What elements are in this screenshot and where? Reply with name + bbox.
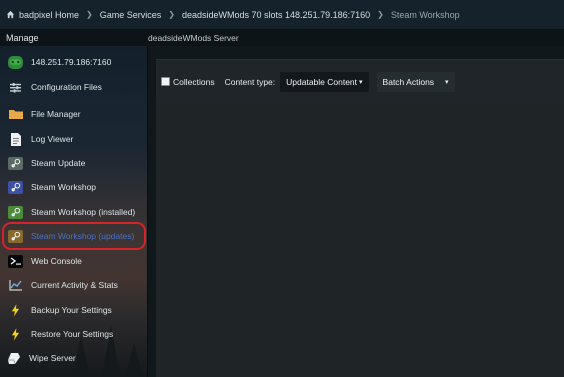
chevron-right-icon: ❯: [168, 10, 175, 19]
sidebar-item-label: File Manager: [31, 109, 81, 119]
sidebar-item-wipe-server[interactable]: Wipe Server: [0, 347, 147, 369]
caret-down-icon: ▾: [445, 78, 449, 86]
batch-actions-label: Batch Actions: [382, 76, 435, 87]
content-type-label: Content type:: [224, 76, 276, 87]
sidebar-item-label: Configuration Files: [31, 82, 102, 92]
breadcrumb-home[interactable]: badpixel Home: [6, 10, 79, 20]
sidebar-item-file-manager[interactable]: File Manager: [0, 103, 147, 125]
sidebar-item-steam-update[interactable]: Steam Update: [0, 152, 147, 174]
manage-bar: Manage deadsideWMods Server: [0, 30, 564, 46]
breadcrumb-game-services[interactable]: Game Services: [100, 10, 162, 20]
sidebar-item-label: Backup Your Settings: [31, 305, 112, 315]
sidebar-item-configuration-files[interactable]: Configuration Files: [0, 76, 147, 98]
sidebar-item-restore-settings[interactable]: Restore Your Settings: [0, 323, 147, 345]
manage-heading: Manage: [6, 33, 39, 43]
steam-icon: [8, 180, 23, 194]
sidebar-item-label: Web Console: [31, 256, 82, 266]
batch-actions-dropdown[interactable]: Batch Actions ▾: [376, 71, 455, 92]
sidebar-item-web-console[interactable]: Web Console: [0, 250, 147, 272]
breadcrumb-current: Steam Workshop: [390, 9, 460, 20]
steam-icon: [8, 205, 23, 219]
breadcrumb-server[interactable]: deadsideWMods 70 slots 148.251.79.186:71…: [182, 10, 370, 20]
bolt-icon: [8, 327, 23, 341]
steam-icon: [8, 156, 23, 170]
workshop-toolbar: Collections Content type: Updatable Cont…: [156, 59, 564, 103]
document-icon: [8, 132, 23, 146]
sidebar-item-label: Log Viewer: [31, 134, 74, 144]
sidebar-item-label: Steam Workshop: [31, 182, 97, 192]
content-type-select[interactable]: Updatable Content ▾: [280, 71, 369, 92]
collections-label[interactable]: Collections: [173, 77, 215, 87]
sidebar-item-label: 148.251.79.186:7160: [31, 57, 112, 67]
home-icon: [6, 10, 15, 19]
eraser-icon: [6, 352, 21, 365]
sidebar-item-steam-workshop-installed[interactable]: Steam Workshop (installed): [0, 201, 147, 223]
sidebar-item-server-address[interactable]: 148.251.79.186:7160: [0, 51, 147, 73]
gamepad-icon: [8, 55, 23, 69]
chevron-right-icon: ❯: [86, 10, 93, 19]
sidebar-item-steam-workshop[interactable]: Steam Workshop: [0, 176, 147, 198]
collections-checkbox[interactable]: [161, 77, 170, 86]
sidebar-item-label: Wipe Server: [29, 353, 76, 363]
sidebar: 148.251.79.186:7160 Configuration Files …: [0, 46, 148, 377]
steam-icon: [8, 229, 23, 243]
sidebar-item-log-viewer[interactable]: Log Viewer: [0, 128, 147, 150]
sidebar-item-current-activity[interactable]: Current Activity & Stats: [0, 274, 147, 296]
chevron-right-icon: ❯: [377, 10, 384, 19]
caret-down-icon: ▾: [359, 78, 363, 86]
folder-icon: [8, 108, 23, 121]
breadcrumb: badpixel Home ❯ Game Services ❯ deadside…: [0, 0, 564, 30]
content-type-value: Updatable Content: [286, 76, 358, 87]
bolt-icon: [8, 303, 23, 317]
main-panel: Collections Content type: Updatable Cont…: [149, 46, 564, 377]
sidebar-item-label: Steam Workshop (installed): [31, 207, 136, 217]
terminal-icon: [8, 254, 23, 268]
sidebar-item-label: Steam Update: [31, 158, 86, 168]
chart-icon: [8, 279, 23, 292]
sidebar-item-steam-workshop-updates[interactable]: Steam Workshop (updates): [0, 225, 147, 247]
sliders-icon: [8, 81, 23, 94]
breadcrumb-home-label: badpixel Home: [19, 9, 80, 20]
sidebar-item-label: Restore Your Settings: [31, 329, 114, 339]
sidebar-item-label: Current Activity & Stats: [31, 280, 118, 290]
server-title: deadsideWMods Server: [148, 33, 239, 43]
sidebar-item-label: Steam Workshop (updates): [31, 231, 135, 241]
sidebar-item-backup-settings[interactable]: Backup Your Settings: [0, 299, 147, 321]
workshop-content-area: [156, 103, 564, 377]
